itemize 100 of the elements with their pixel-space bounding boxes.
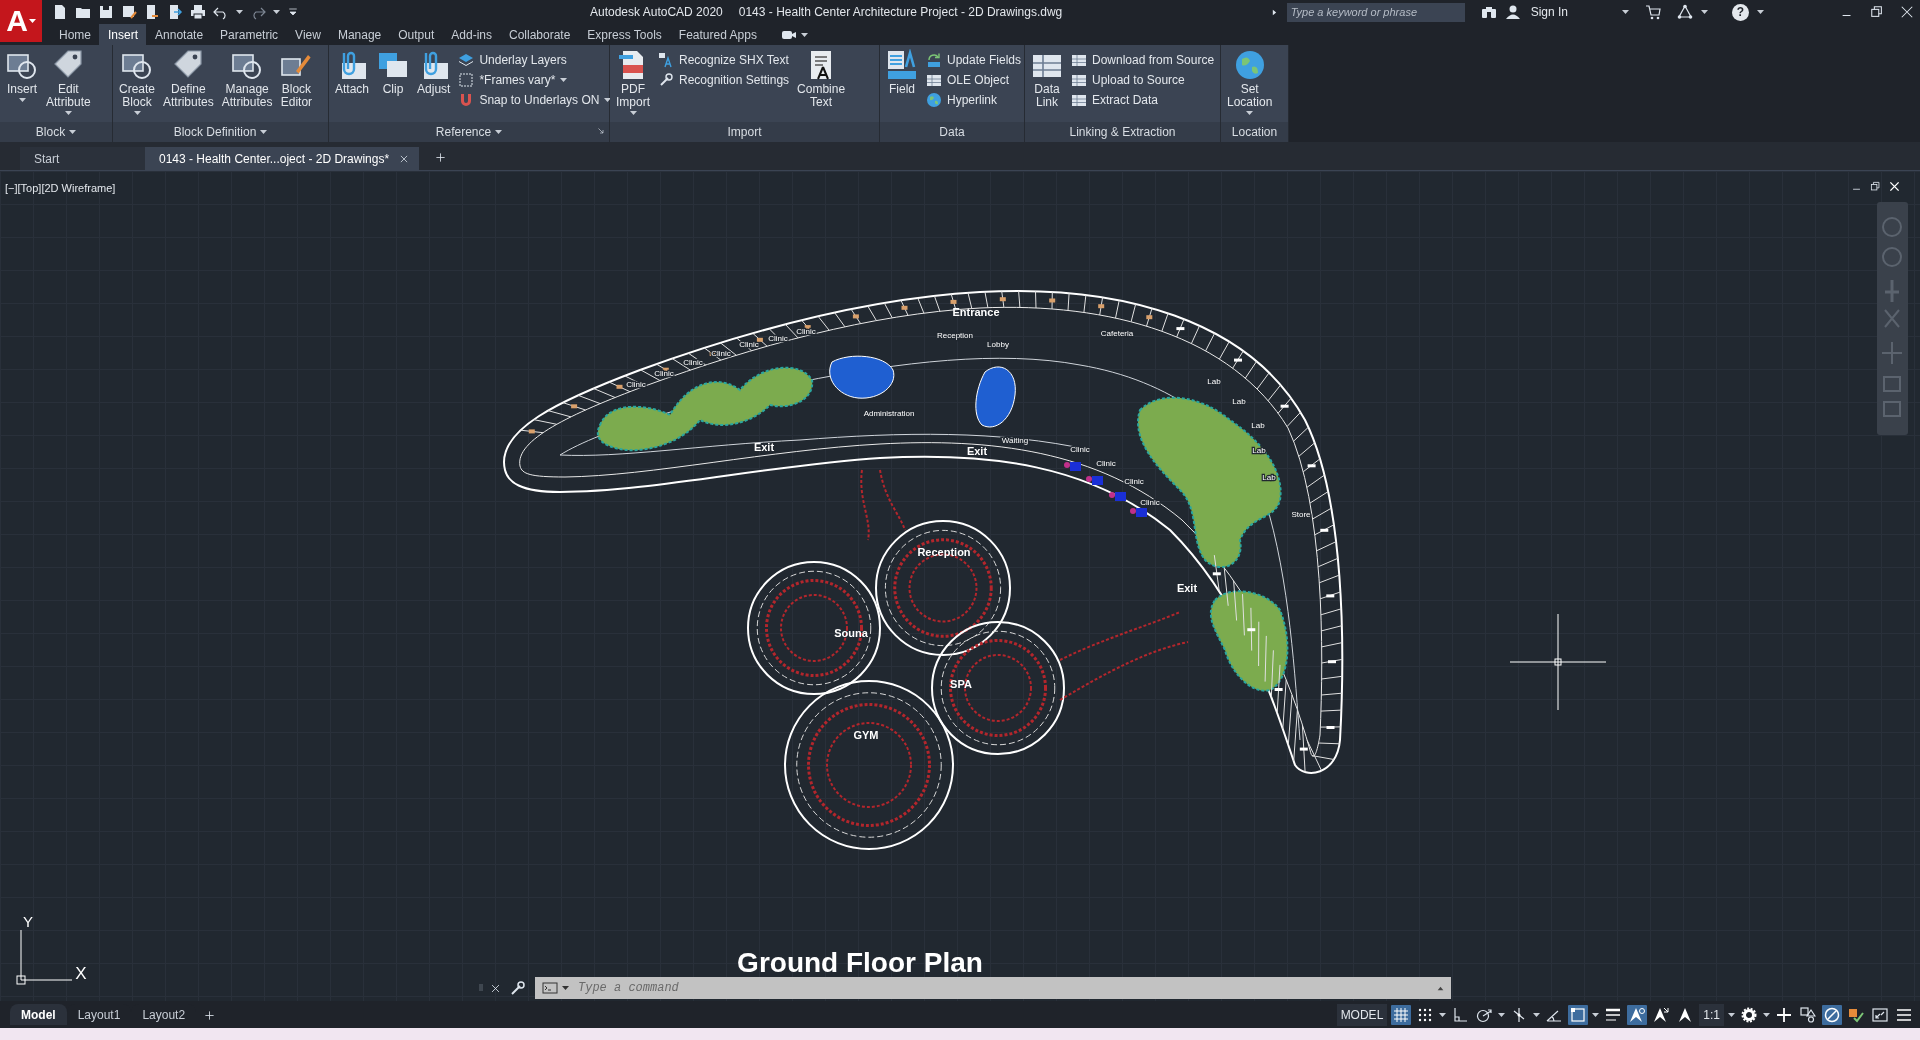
share-icon[interactable] [167, 4, 183, 20]
restore-icon[interactable] [1870, 181, 1881, 192]
ribbon-tab[interactable]: Output [389, 24, 443, 45]
wrench-icon[interactable] [510, 980, 526, 996]
ribbon-tab[interactable]: Collaborate [500, 24, 579, 45]
room-label: Clinic [1096, 459, 1116, 468]
ribbon-button[interactable]: Update Fields [923, 50, 1025, 70]
binoculars-icon[interactable] [1480, 4, 1497, 20]
ribbon-button[interactable]: Upload to Source [1068, 70, 1218, 90]
cart-icon[interactable] [1645, 4, 1661, 20]
caret-icon[interactable] [236, 10, 243, 14]
caret-icon[interactable] [1498, 1012, 1506, 1017]
shapes-icon[interactable] [1798, 1004, 1818, 1025]
ribbon-tab[interactable]: View [286, 24, 329, 45]
ribbon-button[interactable]: Data Link [1028, 48, 1066, 122]
ribbon-button[interactable]: Attach [332, 48, 373, 122]
file-tab[interactable]: 0143 - Health Center...oject - 2D Drawings* [145, 147, 420, 170]
viewport-controls[interactable]: [−][Top][2D Wireframe] [5, 180, 116, 197]
ribbon-button[interactable]: Manage Attributes [218, 48, 276, 122]
ribbon-button[interactable]: Field [883, 48, 921, 122]
ribbon-button[interactable]: PDF Import [613, 48, 653, 122]
caret-icon[interactable] [562, 986, 569, 990]
model-space-indicator[interactable]: MODEL [1336, 1003, 1388, 1026]
ribbon-button[interactable]: Combine Text [794, 48, 849, 122]
table-icon [1071, 92, 1087, 108]
sign-in-button[interactable]: Sign In [1528, 3, 1570, 21]
ribbon-tab[interactable]: Home [50, 24, 99, 45]
ribbon-tab[interactable]: Express Tools [578, 24, 670, 45]
ribbon-button[interactable]: Recognition Settings [655, 70, 793, 90]
wrench-icon [658, 72, 674, 88]
globe-icon [926, 92, 942, 108]
ribbon-button[interactable]: Underlay Layers [455, 50, 615, 70]
close-icon[interactable] [490, 982, 501, 994]
ribbon-tab[interactable]: Parametric [211, 24, 287, 45]
ribbon-button[interactable]: Extract Data [1068, 90, 1218, 110]
caret-icon[interactable] [69, 130, 77, 134]
caret-icon[interactable] [495, 130, 503, 134]
layers-icon [458, 52, 475, 68]
document-icon[interactable] [144, 4, 160, 20]
launcher-icon[interactable] [597, 126, 605, 135]
room-label: Waiting [1001, 436, 1029, 445]
room-label: Lobby [987, 340, 1009, 349]
caret-icon[interactable] [1728, 1012, 1735, 1017]
ribbon-tab[interactable]: Manage [328, 24, 390, 45]
caret-icon[interactable] [1757, 10, 1764, 14]
ribbon-button[interactable]: Hyperlink [923, 90, 1025, 110]
ribbon-tab[interactable]: Featured Apps [669, 24, 765, 45]
ribbon-button[interactable]: Recognize SHX Text [655, 50, 793, 70]
ribbon-button[interactable]: Clip [374, 48, 413, 122]
restore-icon[interactable] [1870, 5, 1884, 19]
room-label: Exit [966, 445, 988, 457]
prompt-icon[interactable] [541, 980, 559, 996]
caret-icon[interactable] [1533, 1012, 1541, 1017]
caret-icon[interactable] [1701, 10, 1708, 14]
save-as-icon[interactable] [121, 4, 137, 20]
ribbon-button[interactable]: Edit Attribute [43, 48, 94, 122]
ribbon-button[interactable]: Set Location [1224, 48, 1276, 122]
ribbon-tab[interactable]: Annotate [146, 24, 212, 45]
ribbon-button[interactable]: Create Block [116, 48, 159, 122]
caret-icon[interactable] [260, 130, 268, 134]
ribbon-button[interactable]: Download from Source [1068, 50, 1218, 70]
ribbon-button[interactable]: Insert [3, 48, 41, 122]
file-icon[interactable] [52, 4, 68, 20]
ribbon-button[interactable]: Snap to Underlays ON [455, 90, 615, 110]
caret-icon[interactable] [1439, 1012, 1447, 1017]
plus-icon[interactable] [435, 152, 447, 164]
print-icon[interactable] [190, 4, 206, 20]
caret-icon[interactable] [273, 10, 280, 14]
layout-tab[interactable]: Model [10, 1004, 67, 1025]
caret-icon[interactable] [1592, 1012, 1600, 1017]
drawing-title: Ground Floor Plan [737, 947, 983, 978]
ribbon-button[interactable]: *Frames vary* [455, 70, 615, 90]
ribbon-tab[interactable]: Add-ins [442, 24, 500, 45]
annotation-scale-button[interactable]: 1:1 [1699, 1003, 1724, 1026]
caret-icon[interactable] [1622, 10, 1629, 14]
ribbon-tab[interactable]: Insert [99, 24, 147, 45]
ribbon-button[interactable]: Define Attributes [160, 48, 217, 122]
help-button[interactable]: ? [1732, 3, 1749, 21]
customize-icon[interactable] [287, 6, 299, 18]
room-label: Store [1291, 510, 1311, 519]
file-tab[interactable]: Start [20, 147, 145, 170]
ribbon-button[interactable]: Block Editor [277, 48, 316, 122]
ribbon-button[interactable]: OLE Object [923, 70, 1025, 90]
ribbon-button[interactable]: Adjust [414, 48, 454, 122]
application-button[interactable]: A [0, 0, 42, 42]
search-field[interactable]: Type a keyword or phrase [1286, 2, 1465, 22]
grid-icon[interactable] [1391, 1004, 1412, 1025]
network-icon[interactable] [1677, 4, 1693, 20]
arrowhead-icon[interactable] [1627, 1004, 1648, 1025]
room-label: Reception [937, 331, 973, 340]
plus-icon[interactable] [204, 1009, 216, 1021]
object-snap-icon[interactable] [1568, 1004, 1589, 1025]
caret-icon[interactable] [800, 32, 808, 37]
ucs-icon [16, 929, 73, 985]
table-icon [926, 72, 942, 88]
save-icon[interactable] [98, 4, 114, 20]
panel-title: Linking & Extraction [1069, 124, 1176, 141]
circle-icon[interactable] [1822, 1004, 1842, 1025]
close-icon[interactable] [1900, 5, 1914, 19]
caret-icon[interactable] [1763, 1012, 1770, 1017]
